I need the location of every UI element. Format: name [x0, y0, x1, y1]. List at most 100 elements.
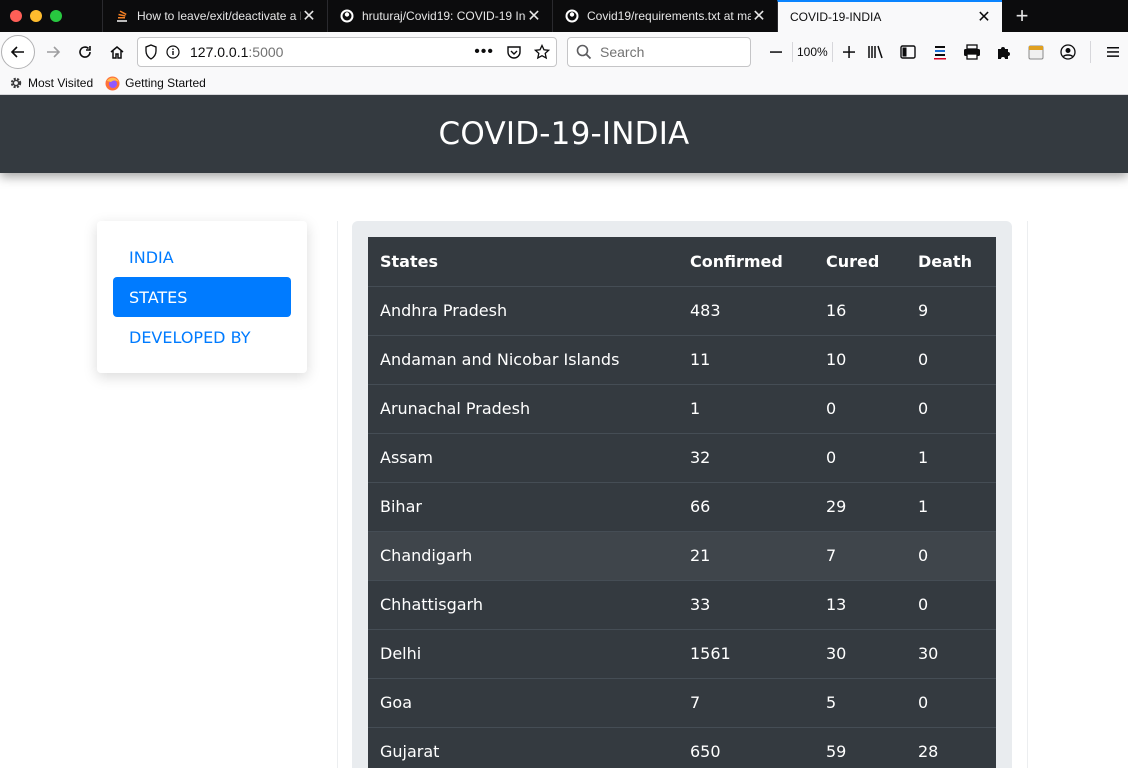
calendar-extension-button[interactable] [1020, 36, 1052, 68]
bookmark-label: Getting Started [125, 76, 206, 90]
cell-state: Assam [368, 432, 678, 482]
table-row: Arunachal Pradesh 1 0 0 [368, 383, 996, 433]
toolbar-separator [1090, 41, 1091, 63]
menu-button[interactable] [1097, 36, 1128, 68]
pocket-icon[interactable] [506, 44, 522, 60]
table-header-row: States Confirmed Cured Death [368, 237, 996, 287]
table-row: Assam 32 0 1 [368, 432, 996, 482]
bookmark-getting-started[interactable]: Getting Started [105, 76, 206, 91]
tab-covid-india[interactable]: COVID-19-INDIA ✕ [777, 0, 1002, 32]
cell-confirmed: 1 [678, 383, 814, 433]
print-button[interactable] [956, 36, 988, 68]
calendar-icon [1028, 45, 1044, 60]
reload-button[interactable] [69, 36, 101, 68]
zoom-controls: 100% [760, 36, 865, 68]
cell-confirmed: 483 [678, 285, 814, 335]
tab-github-requirements[interactable]: Covid19/requirements.txt at master ✕ [552, 0, 777, 32]
maximize-window-button[interactable] [50, 10, 62, 22]
cell-cured: 29 [814, 481, 906, 531]
cell-cured: 0 [814, 432, 906, 482]
shield-icon[interactable] [144, 44, 158, 60]
table-wrapper: States Confirmed Cured Death Andhra Prad… [368, 237, 996, 768]
bookmark-star-icon[interactable] [534, 44, 550, 60]
url-port: :5000 [248, 44, 284, 60]
cell-cured: 7 [814, 530, 906, 580]
stackoverflow-icon [115, 9, 129, 23]
library-button[interactable] [860, 36, 892, 68]
page-title: COVID-19-INDIA [438, 116, 690, 152]
cell-death: 0 [906, 334, 996, 384]
gear-icon [9, 76, 23, 90]
address-bar[interactable]: 127.0.0.1:5000 ••• [137, 37, 557, 67]
states-panel: States Confirmed Cured Death Andhra Prad… [352, 221, 1012, 768]
table-row: Gujarat 650 59 28 [368, 726, 996, 768]
close-tab-icon[interactable]: ✕ [301, 8, 317, 25]
info-icon[interactable] [166, 45, 180, 59]
cell-confirmed: 1561 [678, 628, 814, 678]
cell-death: 0 [906, 383, 996, 433]
page-actions-icon[interactable]: ••• [474, 43, 494, 61]
new-tab-button[interactable]: + [1002, 0, 1042, 32]
cell-state: Andhra Pradesh [368, 285, 678, 335]
close-tab-icon[interactable]: ✕ [751, 8, 767, 25]
close-tab-icon[interactable]: ✕ [526, 8, 542, 25]
cell-death: 1 [906, 432, 996, 482]
sidebar-toggle-button[interactable] [892, 36, 924, 68]
nav-toolbar: 127.0.0.1:5000 ••• Search 100% [0, 32, 1128, 72]
tab-title: hruturaj/Covid19: COVID-19 India [362, 9, 526, 23]
cell-state: Chandigarh [368, 530, 678, 580]
table-row: Bihar 66 29 1 [368, 481, 996, 531]
content-border-right [1027, 221, 1028, 768]
nav-link-states[interactable]: STATES [113, 277, 291, 317]
zoom-reset-button[interactable]: 100% [792, 42, 833, 62]
cell-state: Arunachal Pradesh [368, 383, 678, 433]
tab-title: COVID-19-INDIA [790, 10, 882, 24]
tab-title: Covid19/requirements.txt at master [587, 9, 751, 23]
cell-cured: 10 [814, 334, 906, 384]
site-header: COVID-19-INDIA [0, 95, 1128, 173]
extension-button[interactable] [924, 36, 956, 68]
cell-death: 0 [906, 579, 996, 629]
minimize-window-button[interactable] [30, 10, 42, 22]
column-header-states: States [368, 237, 678, 287]
home-button[interactable] [101, 36, 133, 68]
minus-icon [770, 51, 782, 53]
content-border-left [337, 221, 338, 768]
cell-confirmed: 11 [678, 334, 814, 384]
account-icon [1060, 44, 1076, 60]
table-row: Chhattisgarh 33 13 0 [368, 579, 996, 629]
bookmark-label: Most Visited [28, 76, 94, 90]
tab-strip: How to leave/exit/deactivate a Python vi… [0, 0, 1128, 32]
cell-cured: 5 [814, 677, 906, 727]
states-table: States Confirmed Cured Death Andhra Prad… [368, 237, 996, 768]
extension-list-icon [934, 46, 946, 60]
arrow-left-icon [10, 46, 24, 58]
cell-death: 9 [906, 285, 996, 335]
nav-link-india[interactable]: INDIA [113, 237, 291, 277]
close-tab-icon[interactable]: ✕ [976, 9, 992, 26]
cell-state: Delhi [368, 628, 678, 678]
cell-state: Bihar [368, 481, 678, 531]
cell-confirmed: 21 [678, 530, 814, 580]
tab-title: How to leave/exit/deactivate a Python vi… [137, 9, 301, 23]
tab-github-repo[interactable]: hruturaj/Covid19: COVID-19 India ✕ [327, 0, 552, 32]
web-page: COVID-19-INDIA INDIA STATES DEVELOPED BY… [0, 95, 1128, 768]
cell-cured: 30 [814, 628, 906, 678]
back-button[interactable] [1, 35, 35, 69]
forward-button[interactable] [37, 36, 69, 68]
tab-stackoverflow[interactable]: How to leave/exit/deactivate a Python vi… [102, 0, 327, 32]
cell-confirmed: 32 [678, 432, 814, 482]
cell-cured: 13 [814, 579, 906, 629]
zoom-out-button[interactable] [760, 36, 792, 68]
cell-state: Andaman and Nicobar Islands [368, 334, 678, 384]
bookmark-most-visited[interactable]: Most Visited [9, 76, 93, 90]
search-input[interactable]: Search [567, 37, 751, 67]
account-button[interactable] [1052, 36, 1084, 68]
table-row: Delhi 1561 30 30 [368, 628, 996, 678]
nav-link-developed-by[interactable]: DEVELOPED BY [113, 317, 291, 357]
addons-button[interactable] [988, 36, 1020, 68]
close-window-button[interactable] [10, 10, 22, 22]
plus-icon [842, 46, 855, 58]
sidebar-icon [900, 45, 916, 59]
search-placeholder: Search [600, 44, 645, 60]
